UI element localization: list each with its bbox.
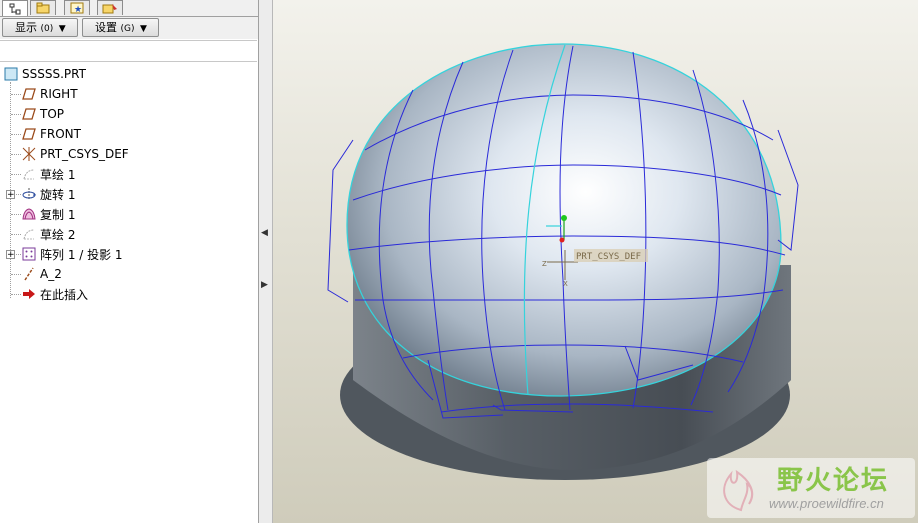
- axis-label-z: Z: [542, 260, 547, 268]
- display-dropdown[interactable]: 显示 (0) ▼: [2, 18, 78, 37]
- revolve-icon: [21, 186, 37, 202]
- model-tree-panel: ★ 显示 (0) ▼ 设置 (G) ▼ + + SSSSS.PRT RIGHT …: [0, 0, 259, 523]
- watermark-url: www.proewildfire.cn: [769, 496, 884, 511]
- tree-item-insert-here[interactable]: 在此插入: [21, 284, 88, 304]
- csys-label: PRT_CSYS_DEF: [576, 252, 641, 262]
- tree-item-label: 复制 1: [40, 207, 76, 222]
- tree-connector: [11, 294, 21, 295]
- tree-item-right[interactable]: RIGHT: [21, 84, 78, 104]
- tree-connector: [11, 174, 21, 175]
- folder-icon: [36, 2, 50, 14]
- tree-connector: [11, 114, 21, 115]
- tree-item-top[interactable]: TOP: [21, 104, 64, 124]
- expand-right-icon[interactable]: ▶: [261, 280, 268, 290]
- tree-item-revolve-1[interactable]: 旋转 1: [21, 184, 75, 204]
- flame-logo-icon: [723, 469, 754, 512]
- csys-icon: [21, 146, 37, 162]
- tree-item-pattern-1[interactable]: 阵列 1 / 投影 1: [21, 244, 123, 264]
- tree-connector: [11, 94, 21, 95]
- tree-icon: [9, 3, 21, 14]
- tree-item-axis-a2[interactable]: A_2: [21, 264, 62, 284]
- forum-watermark: 野火论坛 www.proewildfire.cn: [707, 458, 915, 518]
- sketch-icon: [21, 226, 37, 242]
- tree-item-label: PRT_CSYS_DEF: [40, 147, 129, 161]
- tree-item-label: A_2: [40, 267, 62, 281]
- watermark-title: 野火论坛: [777, 466, 890, 496]
- settings-label: 设置: [95, 21, 117, 34]
- expand-toggle[interactable]: +: [6, 250, 15, 260]
- display-label: 显示: [15, 21, 37, 34]
- panel-splitter[interactable]: ◀ ▶: [259, 0, 273, 523]
- chevron-down-icon: ▼: [58, 24, 66, 34]
- tree-item-sketch-1[interactable]: 草绘 1: [21, 164, 75, 184]
- sketch-icon: [21, 166, 37, 182]
- tree-item-label: 草绘 2: [40, 227, 76, 242]
- tree-item-label: 阵列 1 / 投影 1: [40, 247, 123, 262]
- tree-item-front[interactable]: FRONT: [21, 124, 81, 144]
- tree-connector: [11, 274, 21, 275]
- favorites-icon: ★: [70, 2, 84, 14]
- datum-plane-icon: [21, 126, 37, 142]
- tree-item-sketch-2[interactable]: 草绘 2: [21, 224, 75, 244]
- datum-plane-icon: [21, 86, 37, 102]
- connections-icon: [102, 4, 117, 14]
- navigator-tab-strip: ★: [0, 0, 258, 17]
- tree-item-label: TOP: [40, 107, 65, 121]
- insert-here-icon: [21, 286, 37, 302]
- tree-item-label: SSSSS.PRT: [22, 67, 86, 81]
- tree-connector: [11, 214, 21, 215]
- tree-item-copy-1[interactable]: 复制 1: [21, 204, 75, 224]
- axis-icon: [21, 266, 37, 282]
- display-key: (0): [40, 24, 54, 34]
- tree-connector: [11, 234, 21, 235]
- tree-toolbar: 显示 (0) ▼ 设置 (G) ▼: [0, 17, 258, 39]
- axis-label-x: X: [563, 280, 568, 288]
- tab-model-tree[interactable]: [2, 0, 28, 16]
- tree-item-label: 在此插入: [40, 287, 89, 302]
- tree-item-csys[interactable]: PRT_CSYS_DEF: [21, 144, 129, 164]
- tree-connector: [11, 154, 21, 155]
- tree-item-part[interactable]: SSSSS.PRT: [3, 64, 86, 84]
- part-icon: [3, 66, 19, 82]
- tree-item-label: 草绘 1: [40, 167, 76, 182]
- tree-connector: [11, 134, 21, 135]
- tree-item-label: FRONT: [40, 127, 81, 141]
- tree-filter-field[interactable]: [0, 40, 257, 62]
- settings-key: (G): [120, 24, 135, 34]
- copy-icon: [21, 206, 37, 222]
- svg-text:★: ★: [74, 5, 82, 14]
- collapse-left-icon[interactable]: ◀: [261, 228, 268, 238]
- chevron-down-icon: ▼: [140, 24, 147, 34]
- expand-toggle[interactable]: +: [6, 190, 15, 200]
- settings-dropdown[interactable]: 设置 (G) ▼: [82, 18, 159, 37]
- graphics-window[interactable]: PRT_CSYS_DEF Z X: [273, 0, 918, 523]
- model-3d-view[interactable]: PRT_CSYS_DEF Z X: [273, 0, 918, 523]
- pattern-icon: [21, 246, 37, 262]
- tree-item-label: 旋转 1: [40, 187, 76, 202]
- datum-plane-icon: [21, 106, 37, 122]
- tab-folder-browser[interactable]: [30, 0, 56, 15]
- tab-connections[interactable]: [97, 0, 123, 15]
- tree-item-label: RIGHT: [40, 87, 78, 101]
- tab-favorites[interactable]: ★: [64, 0, 90, 15]
